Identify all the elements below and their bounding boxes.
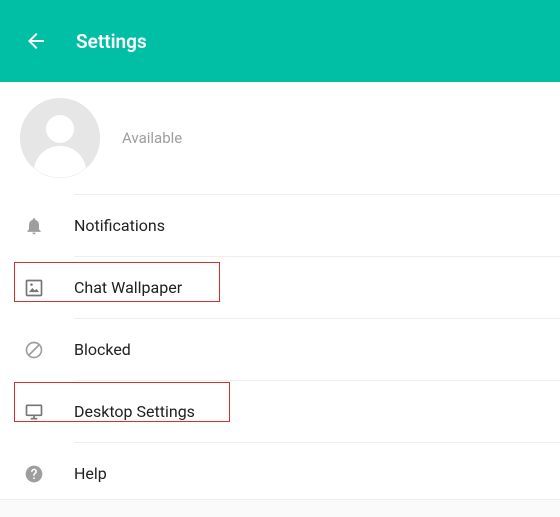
settings-item-chat-wallpaper[interactable]: Chat Wallpaper xyxy=(74,257,560,318)
settings-item-notifications[interactable]: Notifications xyxy=(74,195,560,256)
status-text: Available xyxy=(122,129,182,147)
help-icon xyxy=(22,462,46,486)
settings-item-help[interactable]: Help xyxy=(74,443,560,504)
settings-item-label: Notifications xyxy=(74,216,165,235)
content: Available Notifications Chat Wallpaper xyxy=(0,82,560,504)
page-title: Settings xyxy=(76,30,147,53)
bottom-gap xyxy=(0,499,560,517)
settings-list: Notifications Chat Wallpaper Blocke xyxy=(0,194,560,504)
wallpaper-icon xyxy=(22,276,46,300)
profile-row[interactable]: Available xyxy=(0,82,560,194)
blocked-icon xyxy=(22,338,46,362)
bell-icon xyxy=(22,214,46,238)
settings-item-label: Blocked xyxy=(74,340,131,359)
settings-item-desktop-settings[interactable]: Desktop Settings xyxy=(74,381,560,442)
settings-item-label: Chat Wallpaper xyxy=(74,278,182,297)
settings-item-label: Desktop Settings xyxy=(74,402,195,421)
avatar xyxy=(20,98,100,178)
header: Settings xyxy=(0,0,560,82)
desktop-icon xyxy=(22,400,46,424)
settings-item-blocked[interactable]: Blocked xyxy=(74,319,560,380)
back-arrow-icon[interactable] xyxy=(24,29,48,53)
settings-item-label: Help xyxy=(74,464,107,483)
